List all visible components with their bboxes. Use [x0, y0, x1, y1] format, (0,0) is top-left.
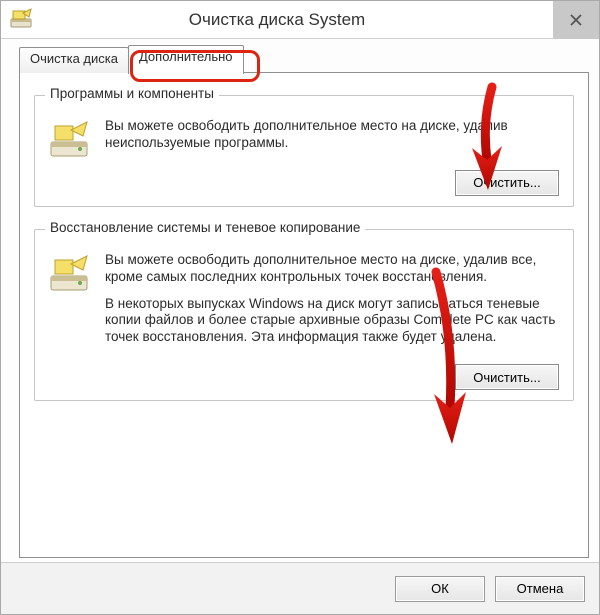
group-body: Вы можете освободить дополнительное мест… — [47, 118, 561, 162]
tab-panel-advanced: Программы и компоненты Вы можете освобод… — [19, 72, 589, 558]
restore-text-1: Вы можете освободить дополнительное мест… — [105, 252, 561, 286]
tab-label: Дополнительно — [139, 49, 233, 64]
programs-text: Вы можете освободить дополнительное мест… — [105, 118, 561, 152]
tab-label: Очистка диска — [30, 51, 118, 66]
tab-disk-cleanup[interactable]: Очистка диска — [19, 47, 129, 73]
close-icon — [570, 14, 582, 26]
group-legend: Программы и компоненты — [45, 86, 219, 101]
disk-cleanup-icon — [9, 7, 33, 31]
clean-programs-button[interactable]: Очистить... — [455, 170, 559, 196]
tab-strip: Очистка диска Дополнительно — [19, 45, 589, 73]
ok-button[interactable]: ОК — [395, 576, 485, 602]
drive-broom-icon — [47, 252, 91, 356]
group-legend: Восстановление системы и теневое копиров… — [45, 220, 365, 235]
window-title: Очистка диска System — [1, 10, 553, 30]
group-body: Вы можете освободить дополнительное мест… — [47, 252, 561, 356]
restore-text-2: В некоторых выпусках Windows на диск мог… — [105, 296, 561, 347]
dialog-window: Очистка диска System Очистка диска Допол… — [0, 0, 600, 615]
drive-broom-icon — [47, 118, 91, 162]
clean-restore-button[interactable]: Очистить... — [455, 364, 559, 390]
dialog-button-bar: ОК Отмена — [1, 562, 599, 614]
client-area: Очистка диска Дополнительно Программы и … — [1, 39, 599, 562]
close-button[interactable] — [553, 1, 599, 39]
group-description: Вы можете освободить дополнительное мест… — [105, 118, 561, 162]
group-programs-components: Программы и компоненты Вы можете освобод… — [34, 95, 574, 207]
titlebar: Очистка диска System — [1, 1, 599, 39]
group-description: Вы можете освободить дополнительное мест… — [105, 252, 561, 356]
group-system-restore: Восстановление системы и теневое копиров… — [34, 229, 574, 401]
tab-advanced[interactable]: Дополнительно — [128, 45, 244, 74]
cancel-button[interactable]: Отмена — [495, 576, 585, 602]
